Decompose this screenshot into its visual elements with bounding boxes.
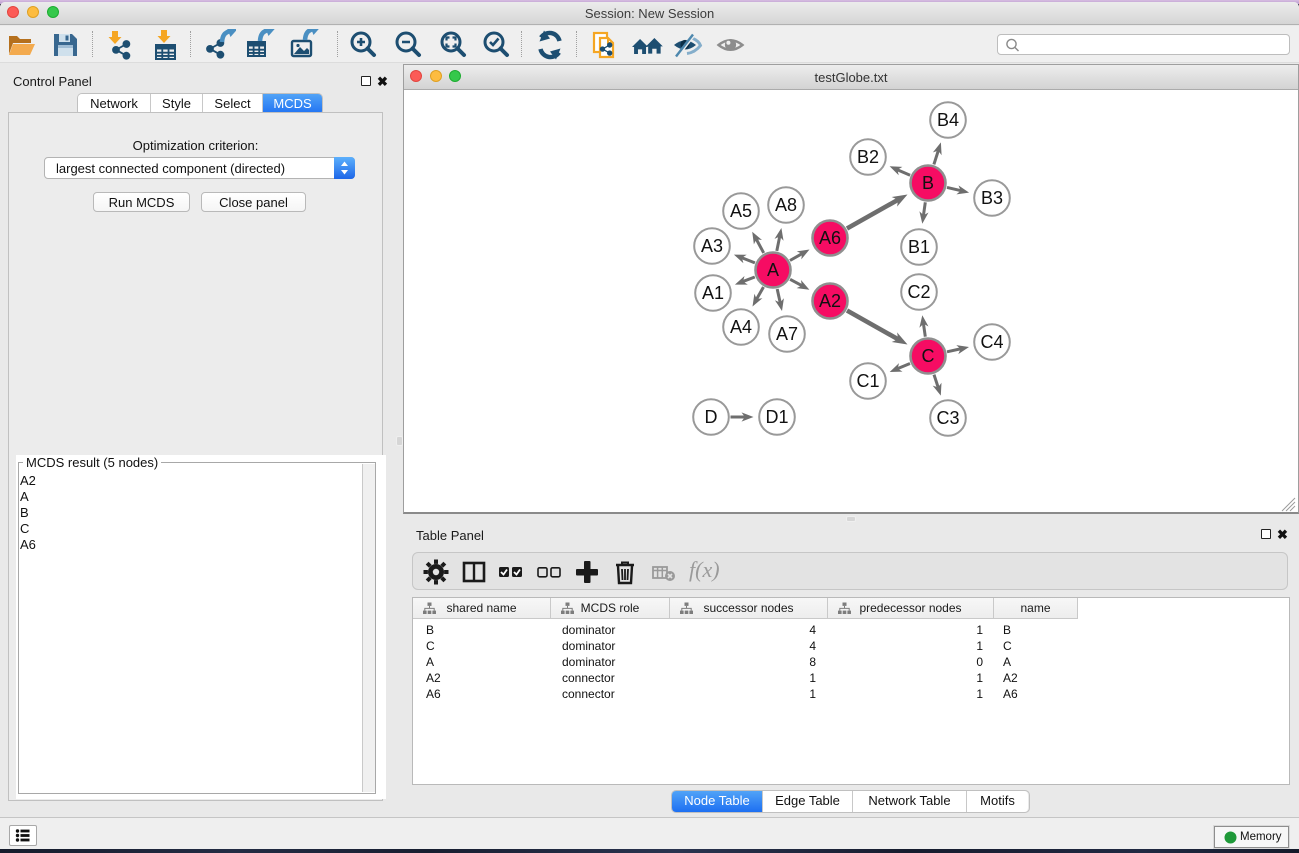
svg-text:A7: A7 (776, 324, 798, 344)
svg-text:A5: A5 (730, 201, 752, 221)
svg-text:B: B (922, 173, 934, 193)
svg-text:A8: A8 (775, 195, 797, 215)
svg-text:A2: A2 (819, 291, 841, 311)
svg-text:B4: B4 (937, 110, 959, 130)
svg-text:D: D (705, 407, 718, 427)
svg-text:A6: A6 (819, 228, 841, 248)
svg-text:A4: A4 (730, 317, 752, 337)
svg-text:B3: B3 (981, 188, 1003, 208)
svg-text:A: A (767, 260, 779, 280)
svg-text:C4: C4 (980, 332, 1003, 352)
svg-text:B2: B2 (857, 147, 879, 167)
svg-text:C1: C1 (856, 371, 879, 391)
svg-text:D1: D1 (765, 407, 788, 427)
svg-text:C3: C3 (936, 408, 959, 428)
svg-text:C2: C2 (907, 282, 930, 302)
svg-text:C: C (922, 346, 935, 366)
svg-text:B1: B1 (908, 237, 930, 257)
svg-text:A1: A1 (702, 283, 724, 303)
svg-text:A3: A3 (701, 236, 723, 256)
